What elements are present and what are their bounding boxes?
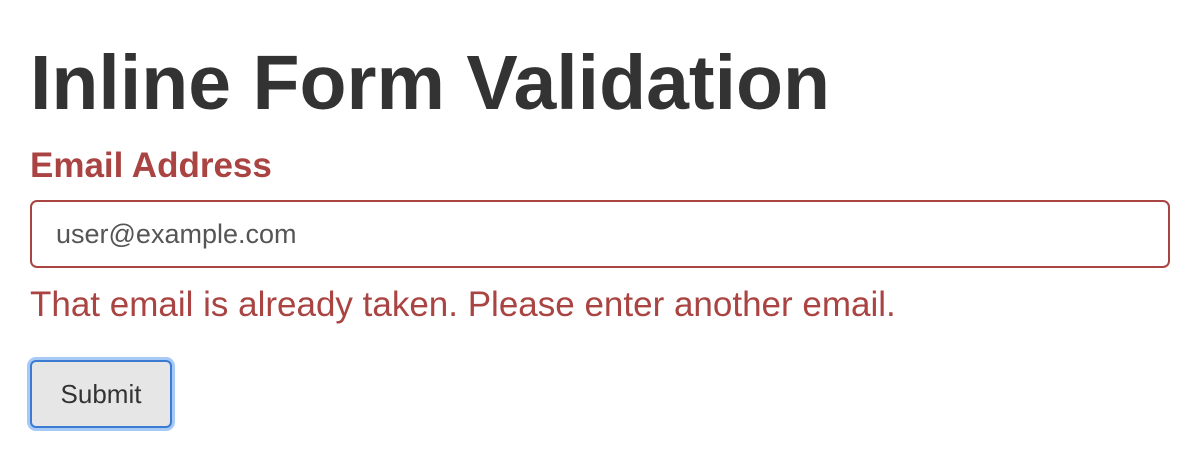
page-title: Inline Form Validation (30, 40, 831, 126)
submit-button[interactable]: Submit (30, 360, 172, 428)
page: Inline Form Validation Email Address Tha… (0, 0, 1198, 460)
email-field[interactable] (30, 200, 1170, 268)
email-error-message: That email is already taken. Please ente… (30, 285, 896, 324)
email-label: Email Address (30, 146, 272, 185)
